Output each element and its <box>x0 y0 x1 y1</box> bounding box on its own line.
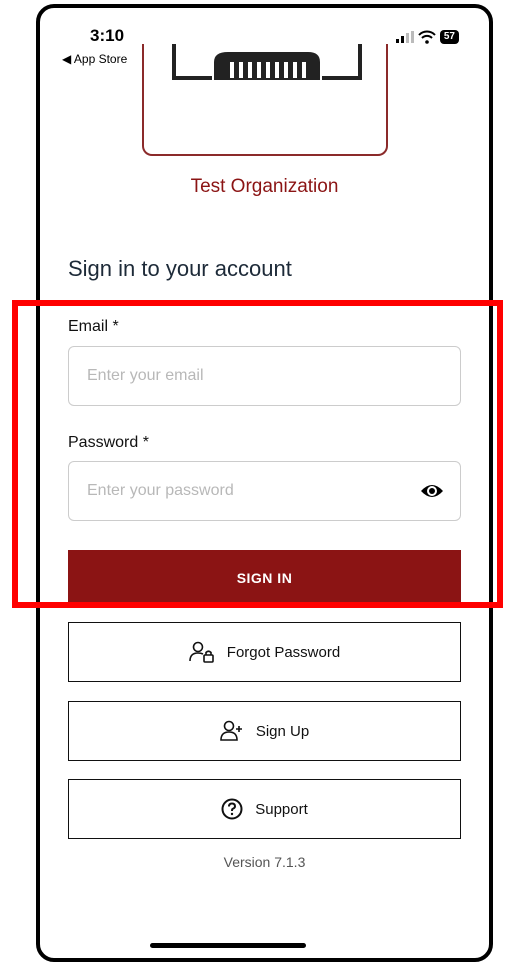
signin-heading: Sign in to your account <box>68 256 292 281</box>
back-to-app-store[interactable]: ◀ App Store <box>62 52 127 66</box>
wifi-icon <box>418 30 436 44</box>
sign-up-label: Sign Up <box>255 722 310 740</box>
support-label: Support <box>255 800 308 818</box>
status-icons: 57 <box>395 30 459 44</box>
app-version: Version 7.1.3 <box>223 854 306 870</box>
forgot-password-label: Forgot Password <box>226 643 341 661</box>
status-time: 3:10 <box>90 26 125 45</box>
org-logo <box>142 44 388 156</box>
sign-up-button[interactable]: Sign Up <box>68 701 461 761</box>
organization-name: Test Organization <box>190 176 339 197</box>
forgot-password-button[interactable]: Forgot Password <box>68 622 461 682</box>
home-indicator[interactable] <box>150 943 306 948</box>
battery-icon: 57 <box>439 30 459 44</box>
support-button[interactable]: Support <box>68 779 461 839</box>
highlight-box <box>12 300 503 608</box>
user-lock-icon <box>188 641 214 663</box>
signal-icon <box>395 31 414 43</box>
help-circle-icon <box>221 798 243 820</box>
building-logo-icon <box>172 44 362 80</box>
user-plus-icon <box>220 720 242 741</box>
